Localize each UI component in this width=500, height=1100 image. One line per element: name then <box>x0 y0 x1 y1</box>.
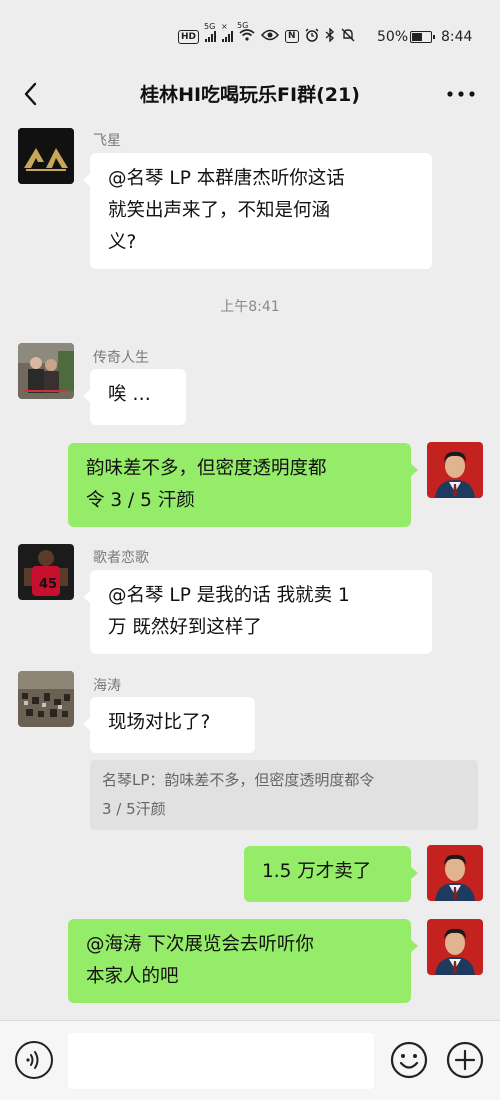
sender-name: 传奇人生 <box>93 350 149 366</box>
message-bubble[interactable]: @名琴 LP 本群唐杰听你这话 就笑出声来了，不知是何涵 义? <box>83 153 432 269</box>
voice-icon[interactable] <box>15 1041 53 1079</box>
svg-text:45: 45 <box>39 577 57 592</box>
network-1-label: 5G <box>204 21 216 31</box>
avatar[interactable] <box>18 128 74 184</box>
message-bubble[interactable]: 唉 … <box>83 369 186 425</box>
input-bar <box>0 1020 500 1100</box>
battery-percent: 50% <box>377 29 409 45</box>
status-time: 8:44 <box>441 29 473 45</box>
wifi-icon: 5G <box>237 21 255 44</box>
quoted-reply[interactable]: 名琴LP：韵味差不多，但密度透明度都令 3 / 5汗颜 <box>90 760 478 830</box>
plus-icon[interactable] <box>446 1041 484 1079</box>
message-text: 万 既然好到这样了 <box>108 617 262 638</box>
message-text: 就笑出声来了，不知是何涵 <box>108 200 331 221</box>
timestamp: 上午8:41 <box>220 299 280 315</box>
self-avatar[interactable] <box>427 845 483 901</box>
avatar[interactable] <box>18 343 74 399</box>
battery-icon <box>410 31 435 43</box>
avatar[interactable] <box>18 671 74 727</box>
sender-name: 歌者恋歌 <box>93 550 149 566</box>
message-text: 义? <box>108 232 137 253</box>
self-avatar[interactable] <box>427 919 483 975</box>
emoji-icon[interactable] <box>390 1041 428 1079</box>
message-text: 令 3 / 5 汗颜 <box>86 490 195 511</box>
message-text: @海涛 下次展览会去听听你 <box>86 934 314 955</box>
mute-bell-icon <box>341 28 355 45</box>
message-bubble[interactable]: 现场对比了? <box>83 697 255 753</box>
message-bubble-self[interactable]: 1.5 万才卖了 <box>244 846 418 902</box>
message-text: 韵味差不多，但密度透明度都 <box>86 458 327 479</box>
message-text: @名琴 LP 本群唐杰听你这话 <box>108 168 345 189</box>
message-text: 本家人的吧 <box>86 966 179 987</box>
quote-text: 名琴LP：韵味差不多，但密度透明度都令 <box>102 771 375 789</box>
hd-icon: HD <box>178 29 200 44</box>
eye-icon <box>261 29 280 44</box>
message-text: 现场对比了? <box>108 712 211 733</box>
nfc-icon: N <box>285 30 299 43</box>
signal-1-icon: 5G <box>204 22 217 44</box>
chat-header: 桂林HI吃喝玩乐FI群(21) <box>0 70 500 118</box>
message-text: 1.5 万才卖了 <box>262 861 372 882</box>
chat-title: 桂林HI吃喝玩乐FI群(21) <box>140 84 360 106</box>
network-2-label: 5G <box>237 21 249 30</box>
avatar[interactable]: 45 <box>18 544 74 600</box>
sender-name: 飞星 <box>93 133 121 149</box>
message-text: 唉 … <box>108 384 151 405</box>
message-bubble-self[interactable]: 韵味差不多，但密度透明度都 令 3 / 5 汗颜 <box>68 443 418 527</box>
signal-2-icon: × <box>221 22 234 44</box>
status-bar: HD 5G × 5G N 50% 8:44 <box>0 0 500 70</box>
alarm-icon <box>305 28 319 45</box>
sender-name: 海涛 <box>93 678 121 694</box>
more-options-icon[interactable] <box>444 80 478 108</box>
message-bubble-self[interactable]: @海涛 下次展览会去听听你 本家人的吧 <box>68 919 418 1003</box>
bluetooth-icon <box>325 27 335 45</box>
self-avatar[interactable] <box>427 442 483 498</box>
message-bubble[interactable]: @名琴 LP 是我的话 我就卖 1 万 既然好到这样了 <box>83 570 432 654</box>
status-icons: HD 5G × 5G N <box>178 21 355 45</box>
message-text: @名琴 LP 是我的话 我就卖 1 <box>108 585 350 606</box>
message-input[interactable] <box>68 1033 374 1089</box>
quote-text: 3 / 5汗颜 <box>102 800 166 818</box>
